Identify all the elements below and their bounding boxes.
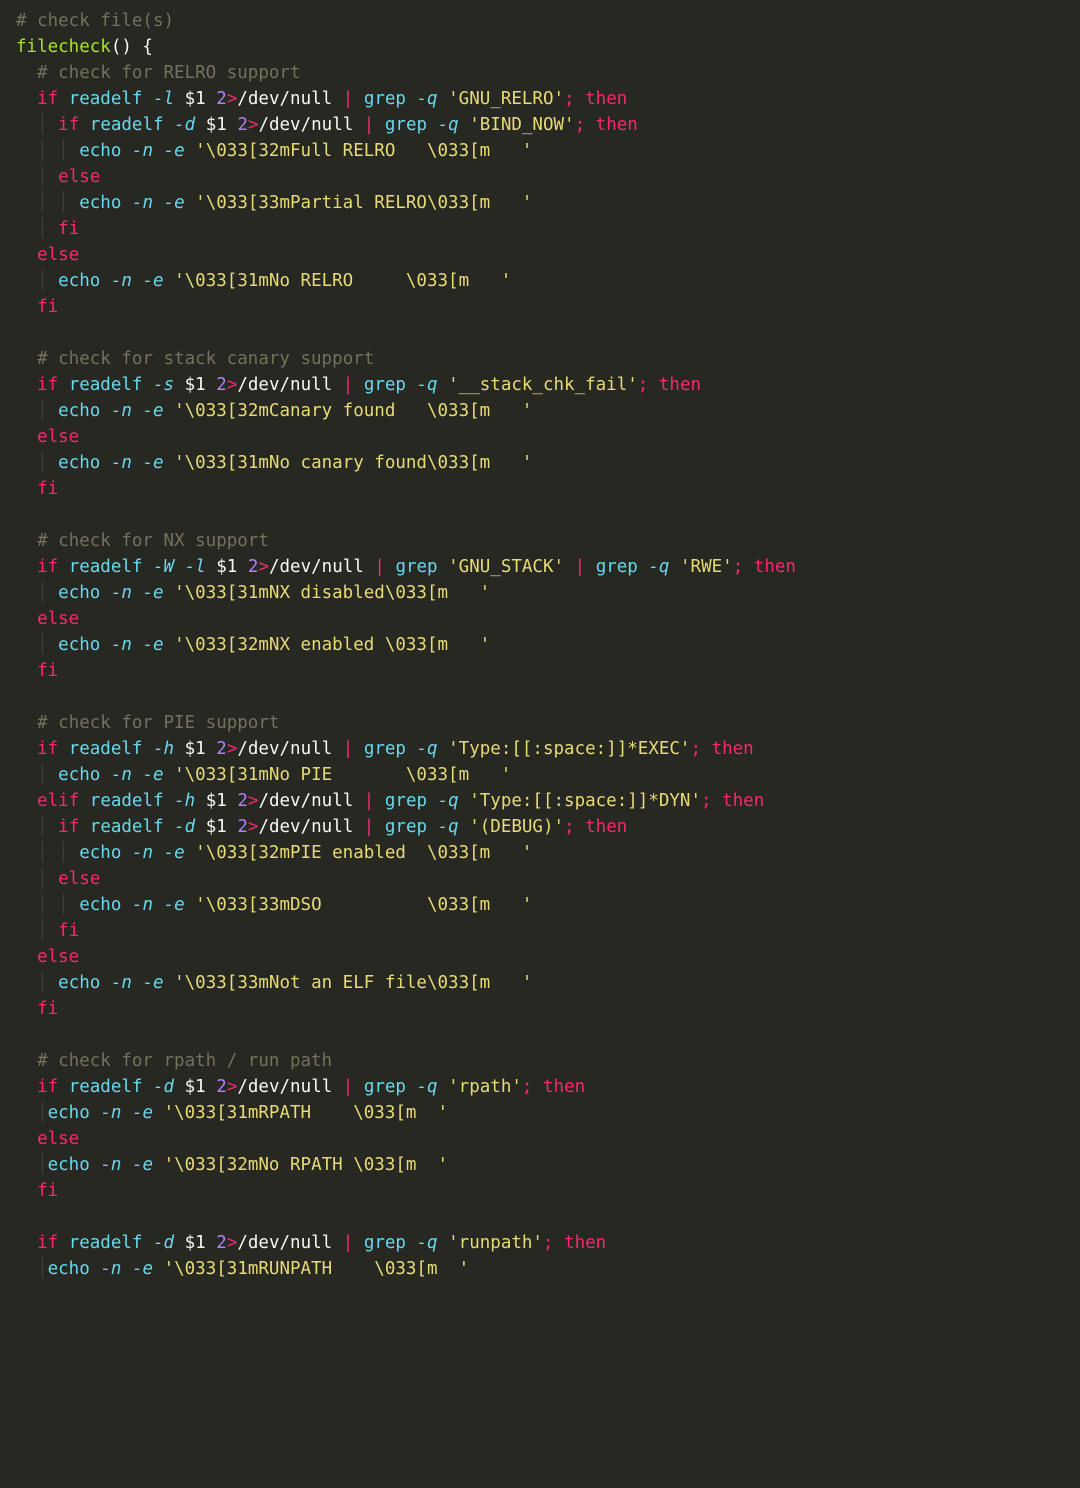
code-line: │echo -n -e '\033[31mRPATH \033[m ' bbox=[12, 1100, 1068, 1126]
code-line bbox=[12, 1204, 1068, 1230]
code-line: if readelf -W -l $1 2>/dev/null | grep '… bbox=[12, 554, 1068, 580]
code-line: fi bbox=[12, 658, 1068, 684]
code-line: │ echo -n -e '\033[31mNo canary found\03… bbox=[12, 450, 1068, 476]
code-line: │ echo -n -e '\033[32mNX enabled \033[m … bbox=[12, 632, 1068, 658]
code-line: filecheck() { bbox=[12, 34, 1068, 60]
code-line: │ │ echo -n -e '\033[33mDSO \033[m ' bbox=[12, 892, 1068, 918]
code-line: # check for rpath / run path bbox=[12, 1048, 1068, 1074]
code-line: if readelf -h $1 2>/dev/null | grep -q '… bbox=[12, 736, 1068, 762]
code-line: fi bbox=[12, 476, 1068, 502]
code-line: if readelf -d $1 2>/dev/null | grep -q '… bbox=[12, 1230, 1068, 1256]
code-line: │ echo -n -e '\033[33mNot an ELF file\03… bbox=[12, 970, 1068, 996]
code-line: else bbox=[12, 1126, 1068, 1152]
code-line: # check file(s) bbox=[12, 8, 1068, 34]
code-line: fi bbox=[12, 294, 1068, 320]
code-line: │ echo -n -e '\033[31mNX disabled\033[m … bbox=[12, 580, 1068, 606]
code-line: │echo -n -e '\033[32mNo RPATH \033[m ' bbox=[12, 1152, 1068, 1178]
code-line: else bbox=[12, 944, 1068, 970]
code-line: fi bbox=[12, 996, 1068, 1022]
code-line: │ echo -n -e '\033[32mCanary found \033[… bbox=[12, 398, 1068, 424]
code-line: │ else bbox=[12, 164, 1068, 190]
code-line: │ fi bbox=[12, 216, 1068, 242]
code-line: │ echo -n -e '\033[31mNo RELRO \033[m ' bbox=[12, 268, 1068, 294]
code-line bbox=[12, 684, 1068, 710]
code-line: │ if readelf -d $1 2>/dev/null | grep -q… bbox=[12, 112, 1068, 138]
code-line: else bbox=[12, 424, 1068, 450]
code-line: │ │ echo -n -e '\033[32mPIE enabled \033… bbox=[12, 840, 1068, 866]
code-line: # check for PIE support bbox=[12, 710, 1068, 736]
code-line bbox=[12, 1022, 1068, 1048]
code-line: else bbox=[12, 606, 1068, 632]
code-line bbox=[12, 502, 1068, 528]
code-line: # check for RELRO support bbox=[12, 60, 1068, 86]
code-line: elif readelf -h $1 2>/dev/null | grep -q… bbox=[12, 788, 1068, 814]
code-line: fi bbox=[12, 1178, 1068, 1204]
code-line: # check for NX support bbox=[12, 528, 1068, 554]
code-line: else bbox=[12, 242, 1068, 268]
code-line: │ fi bbox=[12, 918, 1068, 944]
code-line: │ │ echo -n -e '\033[32mFull RELRO \033[… bbox=[12, 138, 1068, 164]
code-line: │ │ echo -n -e '\033[33mPartial RELRO\03… bbox=[12, 190, 1068, 216]
code-line: if readelf -d $1 2>/dev/null | grep -q '… bbox=[12, 1074, 1068, 1100]
code-line: if readelf -s $1 2>/dev/null | grep -q '… bbox=[12, 372, 1068, 398]
code-line bbox=[12, 320, 1068, 346]
code-line: │echo -n -e '\033[31mRUNPATH \033[m ' bbox=[12, 1256, 1068, 1282]
code-block: # check file(s)filecheck() { # check for… bbox=[0, 0, 1080, 1294]
code-line: if readelf -l $1 2>/dev/null | grep -q '… bbox=[12, 86, 1068, 112]
code-line: │ if readelf -d $1 2>/dev/null | grep -q… bbox=[12, 814, 1068, 840]
code-line: │ echo -n -e '\033[31mNo PIE \033[m ' bbox=[12, 762, 1068, 788]
code-line: │ else bbox=[12, 866, 1068, 892]
code-line: # check for stack canary support bbox=[12, 346, 1068, 372]
